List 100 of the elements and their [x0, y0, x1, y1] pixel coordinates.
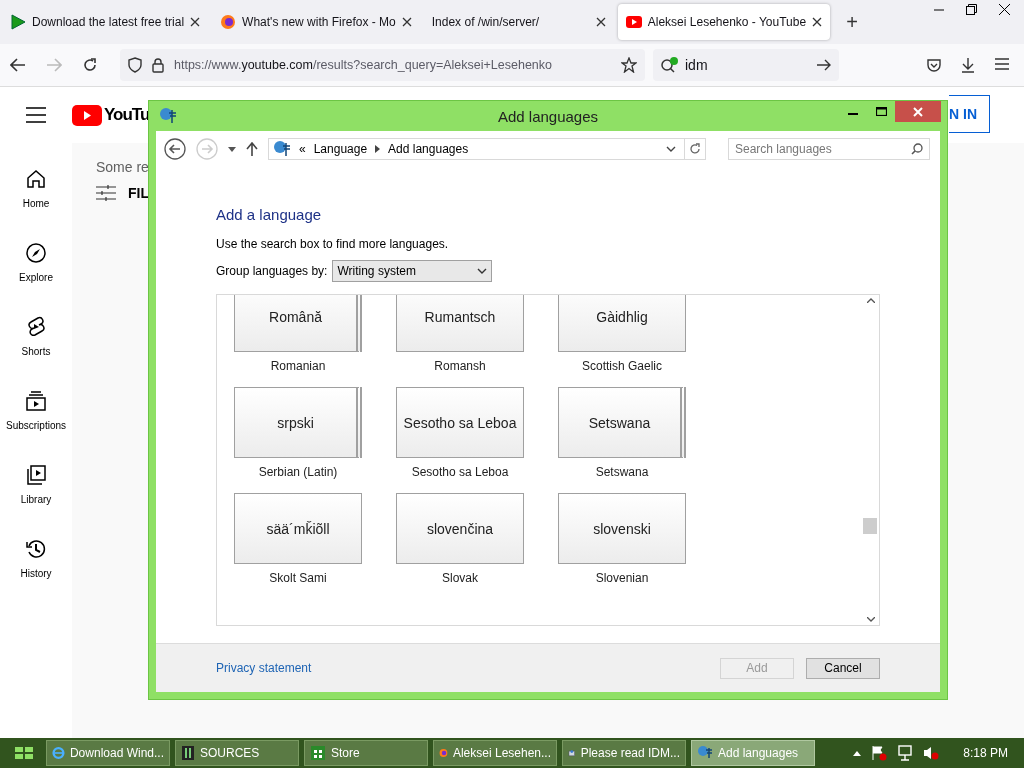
language-name: Serbian (Latin) — [258, 465, 338, 479]
privacy-link[interactable]: Privacy statement — [216, 661, 312, 675]
download-icon[interactable] — [960, 57, 976, 73]
speaker-muted-icon[interactable] — [923, 745, 940, 761]
language-tile[interactable]: Română — [234, 295, 362, 352]
new-tab-button[interactable]: + — [832, 0, 873, 44]
folder-icon — [181, 745, 195, 761]
language-tile[interactable]: Gàidhlig — [558, 295, 686, 352]
window-title: Add languages — [496, 107, 600, 125]
filter-label[interactable]: FIL — [128, 185, 149, 201]
language-tile[interactable]: Sesotho sa Leboa — [396, 387, 524, 458]
history-icon — [25, 537, 47, 560]
reload-icon[interactable] — [82, 57, 98, 73]
shorts-icon — [25, 315, 47, 338]
library-icon — [25, 463, 47, 486]
close-icon[interactable] — [812, 17, 823, 27]
taskbar-button[interactable]: SOURCES — [175, 740, 299, 766]
chevron-right-icon — [375, 145, 381, 153]
caret-up-icon[interactable] — [853, 750, 862, 756]
taskbar-button[interactable]: Store — [304, 740, 428, 766]
sidebar-item[interactable]: History — [0, 521, 72, 595]
taskbar-button[interactable]: Download Wind... — [46, 740, 170, 766]
scroll-down-icon[interactable] — [866, 617, 875, 622]
subscriptions-icon — [25, 389, 47, 412]
sidebar-item[interactable]: Home — [0, 151, 72, 225]
youtube-icon — [72, 104, 102, 126]
store-icon — [310, 745, 326, 761]
compass-icon — [25, 241, 47, 264]
breadcrumb-item[interactable]: Language — [313, 142, 368, 156]
start-icon[interactable] — [15, 747, 33, 759]
language-tile[interactable]: slovenčina — [396, 493, 524, 564]
back-arrow-icon[interactable] — [10, 58, 26, 72]
language-tile[interactable]: slovenski — [558, 493, 686, 564]
language-name: Romanian — [270, 359, 326, 373]
search-field[interactable]: idm — [653, 49, 839, 81]
language-name: Slovak — [442, 571, 478, 585]
address-bar[interactable]: « Language Add languages — [268, 138, 706, 160]
close-icon — [913, 106, 923, 117]
browser-tab[interactable]: Index of /win/server/ — [423, 4, 614, 40]
menu-icon[interactable] — [994, 57, 1010, 71]
dialog-button[interactable]: Cancel — [806, 657, 880, 679]
group-dropdown[interactable]: Writing system — [332, 260, 493, 282]
language-name: Sesotho sa Leboa — [411, 465, 509, 479]
menu-icon[interactable] — [26, 107, 46, 123]
restore-icon[interactable] — [966, 4, 977, 15]
dropdown-caret-icon[interactable] — [228, 146, 236, 152]
hint-text: Use the search box to find more languages. — [216, 237, 450, 251]
group-label: Group languages by: — [216, 264, 328, 278]
browser-tab[interactable]: Aleksei Lesehenko - YouTube — [617, 4, 831, 40]
search-icon — [661, 57, 679, 73]
filter-icon[interactable] — [96, 185, 116, 201]
flag-icon[interactable] — [871, 745, 888, 761]
play-icon — [10, 14, 26, 30]
scroll-thumb[interactable] — [863, 518, 877, 534]
sidebar-item[interactable]: Library — [0, 447, 72, 521]
language-name: Slovenian — [595, 571, 649, 585]
close-icon[interactable] — [999, 4, 1010, 15]
language-tile[interactable]: srpski — [234, 387, 362, 458]
language-tile[interactable]: Setswana — [558, 387, 686, 458]
language-name: Setswana — [595, 465, 649, 479]
star-icon[interactable] — [621, 57, 637, 73]
section-heading: Add a language — [216, 206, 323, 223]
browser-tab[interactable]: Download the latest free trial — [2, 4, 209, 40]
scroll-up-icon[interactable] — [866, 298, 875, 303]
clock-time: 8:18 PM — [963, 746, 1008, 760]
up-arrow-icon[interactable] — [246, 142, 258, 156]
search-field[interactable]: Search languages — [728, 138, 930, 160]
address-bar[interactable]: https://www.youtube.com/results?search_query=Aleksei+Lesehenko — [120, 49, 645, 81]
language-globe-icon — [697, 745, 713, 761]
close-icon[interactable] — [190, 17, 201, 27]
home-icon — [25, 167, 47, 190]
firefox-icon — [220, 14, 237, 30]
overflow-chevron[interactable]: « — [299, 142, 306, 156]
logo-text[interactable]: YouTu — [104, 105, 150, 125]
network-icon[interactable] — [897, 745, 914, 761]
youtube-icon — [625, 16, 642, 28]
chevron-down-icon[interactable] — [666, 146, 676, 152]
taskbar-button[interactable]: Aleksei Lesehen... — [433, 740, 557, 766]
pocket-icon[interactable] — [926, 57, 942, 73]
lock-icon — [152, 57, 164, 73]
arrow-right-icon[interactable] — [817, 59, 831, 71]
language-tile[interactable]: sää´mǩiõll — [234, 493, 362, 564]
sidebar-item[interactable]: Subscriptions — [0, 373, 72, 447]
browser-e-icon — [52, 745, 65, 761]
refresh-icon[interactable] — [689, 143, 701, 155]
taskbar-button[interactable]: Please read IDM... — [562, 740, 686, 766]
sign-in-button[interactable]: N IN — [949, 95, 990, 133]
sidebar-item[interactable]: Explore — [0, 225, 72, 299]
chevron-down-icon — [477, 268, 488, 274]
close-icon[interactable] — [595, 17, 606, 27]
breadcrumb-item[interactable]: Add languages — [388, 142, 469, 156]
close-icon[interactable] — [401, 17, 412, 27]
language-tile[interactable]: Rumantsch — [396, 295, 524, 352]
close-button[interactable] — [895, 101, 941, 122]
browser-tab[interactable]: What's new with Firefox - Mo — [212, 4, 420, 40]
sidebar-item[interactable]: Shorts — [0, 299, 72, 373]
results-text: Some re — [96, 159, 149, 175]
maximize-icon[interactable] — [875, 107, 887, 116]
language-name: Scottish Gaelic — [581, 359, 662, 373]
search-icon — [911, 143, 923, 155]
